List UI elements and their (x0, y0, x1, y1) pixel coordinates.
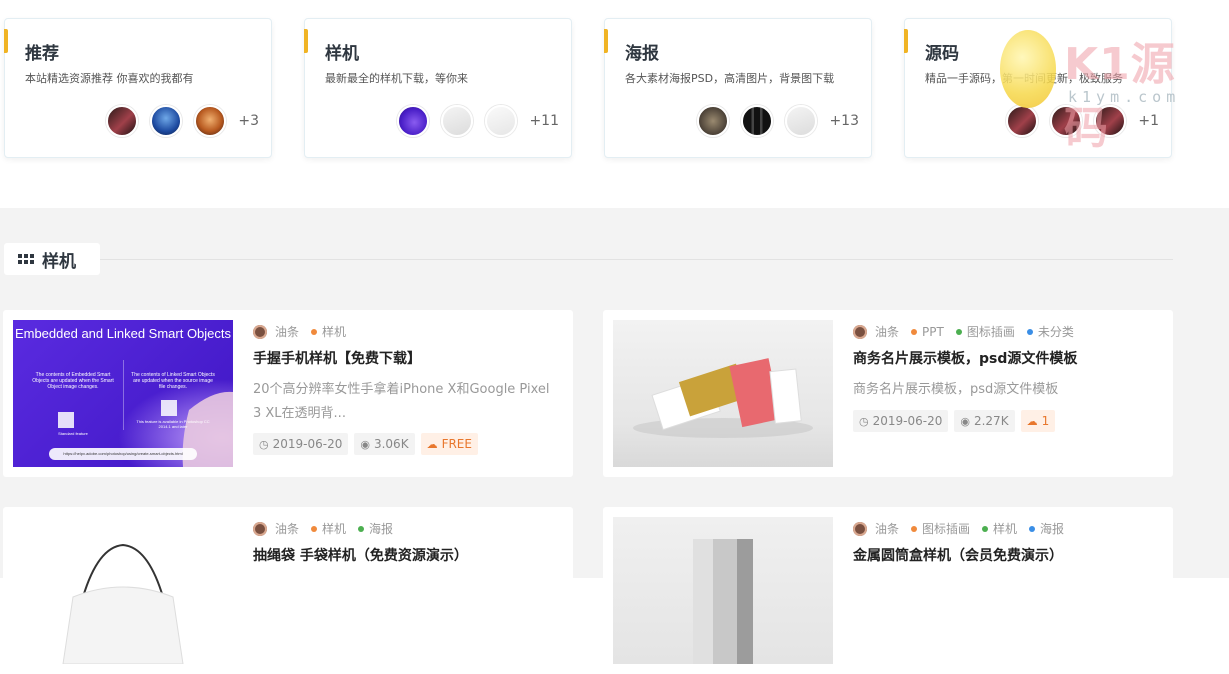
post-title[interactable]: 商务名片展示模板，psd源文件模板 (853, 348, 1077, 368)
post-title[interactable]: 手握手机样机【免费下载】 (253, 348, 421, 368)
post-card[interactable]: 油条 图标插画 样机 海报 金属圆筒盒样机（会员免费演示） (603, 507, 1173, 674)
post-tag[interactable]: 样机 (982, 520, 1017, 537)
post-tag[interactable]: 海报 (1029, 520, 1064, 537)
watermark-logo-icon (1000, 30, 1056, 108)
thumbnail-avatar[interactable] (106, 105, 139, 137)
category-title: 源码 (925, 44, 959, 64)
post-tag[interactable]: 图标插画 (955, 323, 1015, 340)
category-title: 样机 (325, 44, 359, 64)
grid-icon (18, 254, 34, 264)
thumbnail-avatar[interactable] (441, 105, 474, 137)
more-count: +11 (529, 113, 559, 129)
post-tag[interactable]: 未分类 (1026, 323, 1074, 340)
category-description: 各大素材海报PSD，高清图片，背景图下载 (625, 72, 835, 85)
post-tag[interactable]: PPT (911, 325, 944, 339)
post-card[interactable]: 油条 PPT 图标插画 未分类 商务名片展示模板，psd源文件模板 商务名片展示… (603, 310, 1173, 477)
post-thumbnail[interactable] (613, 320, 833, 467)
coin-icon: ☁ (1026, 414, 1038, 428)
category-card-recommend[interactable]: 推荐 本站精选资源推荐 你喜欢的我都有 +3 (4, 18, 272, 158)
thumbnail-stack: +13 (685, 105, 859, 137)
thumbnail-avatar[interactable] (697, 105, 730, 137)
watermark-url: k1ym.com (1068, 88, 1181, 106)
post-thumbnail[interactable] (13, 517, 233, 664)
post-tag[interactable]: 样机 (311, 323, 346, 340)
thumbnail-label-standard: Standard feature (58, 431, 88, 436)
thumbnail-stack: +3 (94, 105, 259, 137)
thumbnail-caption-linked: The contents of Linked Smart Objects are… (131, 372, 215, 390)
views-badge: ◉ 2.27K (954, 410, 1015, 432)
category-description: 本站精选资源推荐 你喜欢的我都有 (25, 72, 194, 85)
author-name[interactable]: 油条 (275, 323, 299, 340)
category-title: 推荐 (25, 44, 59, 64)
eye-icon: ◉ (960, 414, 970, 428)
post-excerpt: 商务名片展示模板，psd源文件模板 (853, 382, 1059, 397)
post-tag[interactable]: 样机 (311, 520, 346, 537)
date-badge: ◷ 2019-06-20 (253, 433, 349, 455)
category-description: 最新最全的样机下载，等你来 (325, 72, 468, 85)
post-meta: 油条 样机 海报 (253, 520, 393, 537)
post-thumbnail[interactable] (613, 517, 833, 664)
section-title: 样机 (42, 251, 76, 272)
post-meta: 油条 图标插画 样机 海报 (853, 520, 1064, 537)
eye-icon: ◉ (360, 437, 370, 451)
thumbnail-avatar[interactable] (150, 105, 183, 137)
post-stats: ◷ 2019-06-20 ◉ 3.06K ☁ FREE (253, 433, 484, 455)
post-tag[interactable]: 海报 (358, 520, 393, 537)
section-divider (100, 259, 1173, 260)
category-card-poster[interactable]: 海报 各大素材海报PSD，高清图片，背景图下载 +13 (604, 18, 872, 158)
thumbnail-stack: +11 (385, 105, 559, 137)
price-badge: ☁ 1 (1020, 410, 1056, 432)
post-thumbnail[interactable]: Embedded and Linked Smart Objects The co… (13, 320, 233, 467)
metal-tin-illustration (693, 539, 753, 664)
thumbnail-illustration (49, 360, 233, 467)
post-meta: 油条 样机 (253, 323, 346, 340)
thumbnail-heading: Embedded and Linked Smart Objects (14, 326, 232, 341)
clock-icon: ◷ (859, 414, 869, 428)
post-tag[interactable]: 图标插画 (911, 520, 970, 537)
thumbnail-avatar[interactable] (741, 105, 774, 137)
thumbnail-avatar[interactable] (397, 105, 430, 137)
drawstring-bag-illustration (62, 543, 184, 664)
post-excerpt: 20个高分辨率女性手拿着iPhone X和Google Pixel 3 XL在透… (253, 382, 550, 421)
post-stats: ◷ 2019-06-20 ◉ 2.27K ☁ 1 (853, 410, 1061, 432)
author-avatar[interactable] (253, 521, 267, 536)
post-title[interactable]: 金属圆筒盒样机（会员免费演示） (853, 545, 1063, 565)
author-avatar[interactable] (853, 324, 867, 339)
price-badge: ☁ FREE (420, 433, 478, 455)
card-accent-bar (304, 29, 308, 53)
more-count: +3 (238, 113, 259, 129)
clock-icon: ◷ (259, 437, 269, 451)
author-name[interactable]: 油条 (275, 520, 299, 537)
post-card[interactable]: Embedded and Linked Smart Objects The co… (3, 310, 573, 477)
author-avatar[interactable] (853, 521, 867, 536)
thumbnail-avatar[interactable] (485, 105, 518, 137)
site-watermark: K1源码 k1ym.com (998, 28, 1208, 154)
post-card[interactable]: 油条 样机 海报 抽绳袋 手袋样机（免费资源演示） (3, 507, 573, 674)
card-accent-bar (904, 29, 908, 53)
card-accent-bar (604, 29, 608, 53)
thumbnail-url: https://helpx.adobe.com/photoshop/using/… (63, 451, 183, 456)
thumbnail-avatar[interactable] (194, 105, 227, 137)
views-badge: ◉ 3.06K (354, 433, 415, 455)
thumbnail-caption-embedded: The contents of Embedded Smart Objects a… (32, 372, 114, 390)
more-count: +13 (829, 113, 859, 129)
post-title[interactable]: 抽绳袋 手袋样机（免费资源演示） (253, 545, 468, 565)
cloud-icon: ☁ (426, 437, 438, 451)
author-avatar[interactable] (253, 324, 267, 339)
author-name[interactable]: 油条 (875, 323, 899, 340)
post-meta: 油条 PPT 图标插画 未分类 (853, 323, 1074, 340)
card-accent-bar (4, 29, 8, 53)
author-name[interactable]: 油条 (875, 520, 899, 537)
business-card-illustration (633, 358, 813, 438)
section-heading: 样机 (4, 243, 100, 275)
date-badge: ◷ 2019-06-20 (853, 410, 949, 432)
thumbnail-avatar[interactable] (785, 105, 818, 137)
thumbnail-label-photoshop: This feature is available in Photoshop C… (136, 419, 210, 429)
category-card-mockup[interactable]: 样机 最新最全的样机下载，等你来 +11 (304, 18, 572, 158)
category-title: 海报 (625, 44, 659, 64)
